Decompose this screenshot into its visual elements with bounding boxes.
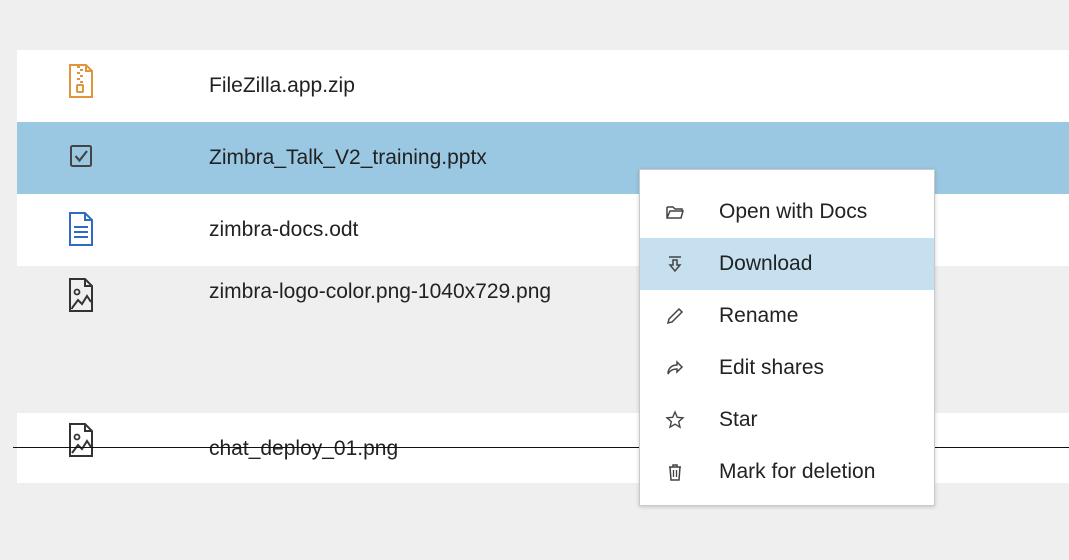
menu-item-label: Star (719, 408, 758, 431)
menu-item-open-with-docs[interactable]: Open with Docs (640, 186, 934, 238)
download-icon (665, 254, 685, 274)
file-name: chat_deploy_01.png (209, 437, 399, 460)
file-name: zimbra-logo-color.png-1040x729.png (209, 280, 552, 303)
folder-open-icon (665, 202, 685, 222)
menu-item-label: Mark for deletion (719, 460, 876, 483)
menu-item-label: Open with Docs (719, 200, 868, 223)
menu-item-label: Download (719, 252, 813, 275)
file-name: zimbra-docs.odt (209, 218, 359, 241)
menu-item-label: Edit shares (719, 356, 825, 379)
context-menu: Open with Docs Download Rename Edit shar… (639, 169, 935, 506)
image-file-icon (68, 278, 94, 312)
pencil-icon (665, 306, 685, 326)
menu-item-label: Rename (719, 304, 799, 327)
menu-item-mark-for-deletion[interactable]: Mark for deletion (640, 446, 934, 498)
file-name: FileZilla.app.zip (209, 74, 355, 97)
file-name: Zimbra_Talk_V2_training.pptx (209, 146, 487, 169)
file-row-filezilla[interactable]: FileZilla.app.zip (17, 50, 1069, 122)
document-file-icon (68, 212, 94, 246)
menu-item-star[interactable]: Star (640, 394, 934, 446)
zip-file-icon (68, 64, 94, 98)
trash-icon (665, 462, 685, 482)
menu-item-rename[interactable]: Rename (640, 290, 934, 342)
menu-item-edit-shares[interactable]: Edit shares (640, 342, 934, 394)
checkbox-checked-icon[interactable] (68, 141, 94, 175)
image-file-icon (68, 423, 94, 457)
star-icon (665, 410, 685, 430)
share-icon (665, 358, 685, 378)
menu-item-download[interactable]: Download (640, 238, 934, 290)
